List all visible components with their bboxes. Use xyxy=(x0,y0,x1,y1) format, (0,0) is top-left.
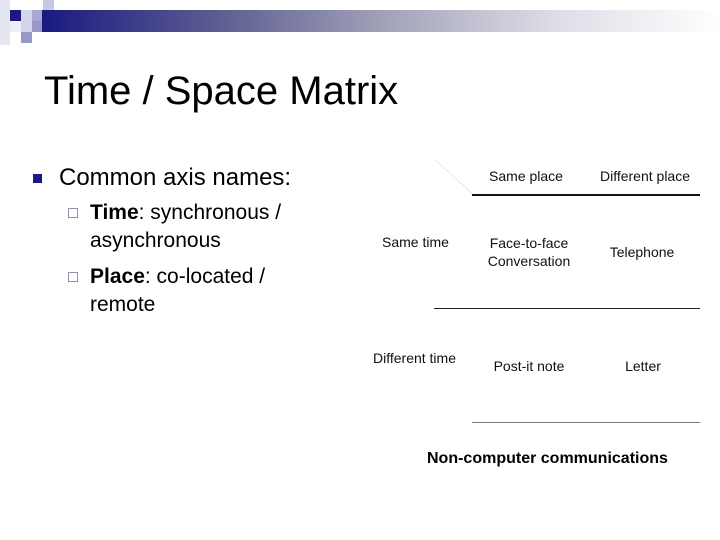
slide-title: Time / Space Matrix xyxy=(44,69,399,113)
sub-bullet-place: Place: co-located / xyxy=(90,263,265,291)
filled-square-bullet-icon xyxy=(33,174,42,183)
bottom-divider xyxy=(472,422,700,423)
hollow-square-bullet-icon xyxy=(68,208,78,218)
header-divider xyxy=(472,194,700,196)
cell-line: Face-to-face xyxy=(489,235,569,251)
column-header-different-place: Different place xyxy=(599,168,690,184)
sub-bullet-text: : co-located / xyxy=(144,265,266,288)
sub-bullet-text-continued: remote xyxy=(90,293,156,316)
bullet-text: Common axis names: xyxy=(59,164,292,191)
row-header-same-time: Same time xyxy=(382,234,449,250)
column-header-same-place: Same place xyxy=(489,168,563,184)
matrix-cell-telephone: Telephone xyxy=(609,244,675,260)
matrix-cell-post-it-note: Post-it note xyxy=(493,358,565,374)
matrix-corner-diagonal xyxy=(435,160,474,195)
matrix-caption: Non-computer communications xyxy=(427,450,668,467)
sub-bullet-text: : synchronous / xyxy=(138,201,282,224)
sub-bullet-label: Place xyxy=(90,265,145,288)
sub-bullet-text-continued: asynchronous xyxy=(90,229,221,252)
cell-line: Conversation xyxy=(487,253,571,269)
row-header-different-time: Different time xyxy=(373,350,456,366)
sub-bullet-label: Time xyxy=(90,201,139,224)
hollow-square-bullet-icon xyxy=(68,272,78,282)
matrix-cell-letter: Letter xyxy=(625,358,661,374)
sub-bullet-time: Time: synchronous / xyxy=(90,199,281,227)
header-gradient-bar xyxy=(42,10,720,32)
matrix-cell-face-to-face: Face-to-face Conversation xyxy=(476,234,582,270)
row-divider xyxy=(434,308,700,309)
